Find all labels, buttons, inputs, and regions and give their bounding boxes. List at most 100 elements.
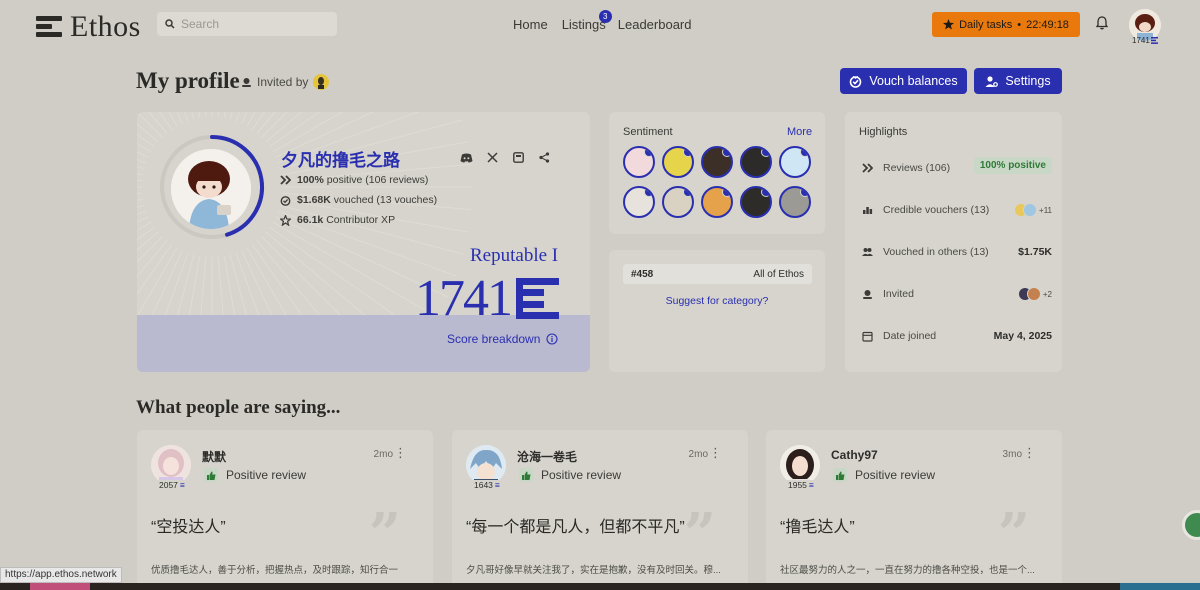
- thumbs-up-icon: [833, 468, 847, 482]
- more-options-icon[interactable]: ⋮: [394, 445, 407, 461]
- inviter-avatar[interactable]: [313, 74, 330, 90]
- profile-avatar[interactable]: [171, 149, 251, 229]
- sentiment-avatar[interactable]: [779, 186, 811, 218]
- sentiment-avatar[interactable]: [623, 186, 655, 218]
- profile-name: 夕凡的撸毛之路: [281, 151, 400, 170]
- review-time: 2mo: [373, 449, 393, 460]
- user-score-value: 1741: [1132, 36, 1150, 45]
- settings-label: Settings: [1005, 74, 1051, 88]
- score-breakdown-link[interactable]: Score breakdown: [447, 332, 558, 346]
- reviewer-avatar[interactable]: [466, 445, 506, 485]
- vouched-amount: $1.68K: [297, 194, 331, 206]
- review-body: 夕凡哥好像早就关注我了，实在是抱歉，没有及时回关。穆...: [466, 565, 721, 576]
- review-time: 3mo: [1002, 449, 1022, 460]
- xp-stat: 66.1k Contributor XP: [280, 214, 395, 226]
- search-box[interactable]: [157, 12, 337, 36]
- highlight-credible-vouchers[interactable]: Credible vouchers (13) +11: [862, 201, 1052, 219]
- review-type: Positive review: [204, 468, 306, 482]
- credible-avatars: +11: [1014, 203, 1052, 217]
- suggest-category-link[interactable]: Suggest for category?: [609, 295, 825, 307]
- reviewer-name[interactable]: 沧海一卷毛: [517, 448, 577, 465]
- sentiment-avatar[interactable]: [701, 146, 733, 178]
- highlight-vouched-in-others[interactable]: Vouched in others (13) $1.75K: [862, 243, 1052, 261]
- logo-text: Ethos: [70, 10, 141, 43]
- x-twitter-icon[interactable]: [487, 150, 498, 168]
- info-icon: [546, 333, 558, 345]
- more-options-icon[interactable]: ⋮: [709, 445, 722, 461]
- review-quote: “每一个都是凡人，但都不平凡”: [466, 519, 685, 536]
- vouch-icon: [850, 75, 862, 88]
- verified-badge-icon: [683, 188, 692, 197]
- invited-by-label: Invited by: [257, 75, 309, 89]
- verified-badge-icon: [761, 188, 770, 197]
- nav-home[interactable]: Home: [513, 17, 548, 32]
- daily-tasks-label: Daily tasks: [959, 18, 1013, 31]
- user-settings-icon: [985, 75, 999, 87]
- reviewer-name[interactable]: Cathy97: [831, 448, 878, 462]
- verified-badge-icon: [761, 148, 770, 157]
- highlight-joined-value: May 4, 2025: [993, 330, 1052, 342]
- page-title: My profile: [136, 68, 240, 93]
- ethos-logo[interactable]: Ethos: [36, 10, 141, 44]
- positive-badge: 100% positive: [973, 157, 1052, 174]
- reviews-stat: 100% positive (106 reviews): [280, 174, 428, 186]
- rank-position: #458: [631, 268, 654, 280]
- mini-avatar: [1023, 203, 1038, 217]
- reviewer-score-value: 1643: [474, 480, 493, 490]
- review-type: Positive review: [519, 468, 621, 482]
- search-input[interactable]: [181, 17, 321, 31]
- sentiment-avatar[interactable]: [740, 186, 772, 218]
- positive-text: positive (106 reviews): [326, 174, 429, 186]
- highlight-invited[interactable]: Invited +2: [862, 285, 1052, 303]
- share-icon[interactable]: [539, 150, 550, 168]
- highlights-title: Highlights: [859, 126, 908, 138]
- sentiment-more-link[interactable]: More: [787, 126, 812, 138]
- highlight-credible-label: Credible vouchers (13): [883, 204, 990, 216]
- review-quote: “撸毛达人”: [780, 519, 855, 536]
- reviewer-score: 2057 ≡: [156, 480, 188, 490]
- top-bar: Ethos Home Listings3 Leaderboard Daily t…: [0, 0, 1200, 50]
- review-time: 2mo: [688, 449, 708, 460]
- reviewer-score-value: 1955: [788, 480, 807, 490]
- review-type-label: Positive review: [226, 468, 307, 482]
- settings-button[interactable]: Settings: [974, 68, 1062, 94]
- nav-listings[interactable]: Listings 3: [562, 10, 612, 32]
- sentiment-avatar[interactable]: [662, 186, 694, 218]
- reviewer-name[interactable]: 默默: [202, 448, 226, 465]
- more-options-icon[interactable]: ⋮: [1023, 445, 1036, 461]
- sentiment-avatar[interactable]: [623, 146, 655, 178]
- sentiment-avatar[interactable]: [740, 146, 772, 178]
- star-icon: [280, 214, 291, 226]
- sentiment-avatar[interactable]: [701, 186, 733, 218]
- ethos-mini-icon: [1150, 37, 1158, 44]
- reviews-icon: [862, 163, 873, 173]
- reviewer-avatar[interactable]: [151, 445, 191, 485]
- bell-icon[interactable]: [1095, 16, 1109, 35]
- status-bar-url: https://app.ethos.network: [0, 567, 122, 583]
- vouched-text: vouched (13 vouches): [333, 194, 438, 206]
- sentiment-avatar[interactable]: [779, 146, 811, 178]
- ethos-mini-icon: ≡: [494, 480, 500, 490]
- copy-address-icon[interactable]: [513, 150, 524, 168]
- quote-mark-icon: ”: [683, 501, 716, 567]
- xp-value: 66.1k: [297, 214, 324, 226]
- profile-card: 夕凡的撸毛之路 100% positive (106 reviews) $1.6…: [137, 112, 590, 372]
- calendar-icon: [862, 331, 873, 342]
- floating-chat-icon[interactable]: [1182, 510, 1200, 540]
- sentiment-avatar[interactable]: [662, 146, 694, 178]
- daily-tasks-timer: 22:49:18: [1026, 18, 1069, 31]
- review-card[interactable]: 2057 ≡ 默默 2mo ⋮ Positive review ” “空投达人” …: [137, 430, 433, 590]
- reviewer-avatar[interactable]: [780, 445, 820, 485]
- vouch-balances-button[interactable]: Vouch balances: [840, 68, 967, 94]
- discord-icon[interactable]: [460, 150, 473, 168]
- nav-leaderboard[interactable]: Leaderboard: [618, 17, 692, 32]
- review-card[interactable]: 1955 ≡ Cathy97 3mo ⋮ Positive review ” “撸…: [766, 430, 1062, 590]
- verified-badge-icon: [800, 148, 809, 157]
- review-type: Positive review: [833, 468, 935, 482]
- review-type-label: Positive review: [855, 468, 936, 482]
- daily-tasks-button[interactable]: Daily tasks • 22:49:18: [932, 12, 1080, 37]
- review-card[interactable]: 1643 ≡ 沧海一卷毛 2mo ⋮ Positive review ” “每一个…: [452, 430, 748, 590]
- review-body: 社区最努力的人之一，一直在努力的撸各种空投，也是一个...: [780, 565, 1035, 576]
- highlight-date-joined: Date joined May 4, 2025: [862, 327, 1052, 345]
- highlight-reviews[interactable]: Reviews (106) 100% positive: [862, 157, 1052, 177]
